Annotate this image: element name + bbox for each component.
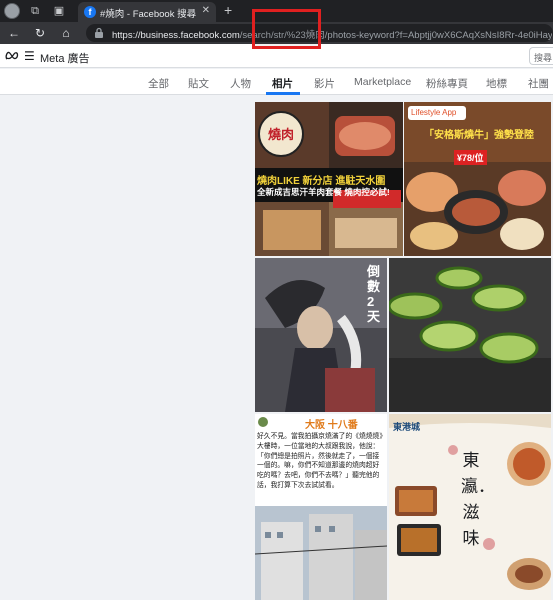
tab-places[interactable]: 地標 xyxy=(486,76,507,91)
tab-actions-icon[interactable]: ▣ xyxy=(52,4,66,18)
new-tab-icon[interactable]: + xyxy=(224,2,232,18)
photo6-title: 東瀛．滋味 xyxy=(461,451,495,548)
photo2-badge: Lifestyle App xyxy=(408,106,466,120)
profile-avatar[interactable] xyxy=(4,3,20,19)
photo-grid: 燒肉 燒肉LIKE 新分店 進駐天水圍 全新成吉思汗羊肉套餐 燒肉控必試! Li… xyxy=(255,102,551,600)
photo6-brand: 東港城 xyxy=(393,422,421,432)
photo2-headline: 「安格斯燒牛」強勢登陸 xyxy=(424,130,534,141)
tab-close-icon[interactable]: ✕ xyxy=(202,5,210,16)
tab-pages[interactable]: 粉絲專頁 xyxy=(426,76,468,91)
photo-result-5[interactable]: 大阪 十八番 好久不見。當我拍攝京燒滿了的《燒燒燒》大樓時，一位當地的大叔跟我說… xyxy=(255,414,387,600)
photo5-body: 好久不見。當我拍攝京燒滿了的《燒燒燒》大樓時，一位當地的大叔跟我說，他說：「你們… xyxy=(257,433,383,489)
browser-tab-active[interactable]: f #燒肉 - Facebook 搜尋 ✕ xyxy=(78,2,216,22)
meta-logo-icon[interactable] xyxy=(5,50,19,61)
photo1-subline: 全新成吉思汗羊肉套餐 燒肉控必試! xyxy=(257,187,390,197)
photo1-badge: 燒肉 xyxy=(267,127,294,142)
tab-groups[interactable]: 社團 xyxy=(528,76,549,91)
photo-result-6[interactable]: 東港城 東瀛．滋味 xyxy=(389,414,551,600)
meta-title: Meta 廣告 xyxy=(40,53,90,65)
menu-icon[interactable]: ☰ xyxy=(24,49,35,63)
active-tab-indicator xyxy=(266,92,300,95)
photo-result-3[interactable]: 倒數2天 xyxy=(255,258,387,412)
photo-result-4[interactable] xyxy=(389,258,551,412)
refresh-icon[interactable]: ↻ xyxy=(32,25,48,41)
photo-result-2[interactable]: Lifestyle App 「安格斯燒牛」強勢登陸 ¥78/位 xyxy=(404,102,551,256)
photo5-header: 大阪 十八番 xyxy=(305,420,358,431)
tab-posts[interactable]: 貼文 xyxy=(188,76,209,91)
facebook-favicon-icon: f xyxy=(84,6,96,18)
workspaces-icon[interactable]: ⧉ xyxy=(28,4,42,18)
photo-result-1[interactable]: 燒肉 燒肉LIKE 新分店 進駐天水圍 全新成吉思汗羊肉套餐 燒肉控必試! xyxy=(255,102,403,256)
home-icon[interactable]: ⌂ xyxy=(58,25,74,41)
back-icon[interactable]: ← xyxy=(6,25,22,41)
tab-videos[interactable]: 影片 xyxy=(314,76,335,91)
search-input[interactable]: 搜尋 xyxy=(529,47,553,65)
url-host: https://business.facebook.com xyxy=(112,30,240,41)
search-filter-tabs: 全部 貼文 人物 相片 影片 Marketplace 粉絲專頁 地標 社團 xyxy=(0,69,553,95)
tab-photos[interactable]: 相片 xyxy=(272,76,293,91)
tab-title: #燒肉 - Facebook 搜尋 xyxy=(100,9,196,20)
tab-people[interactable]: 人物 xyxy=(230,76,251,91)
tab-all[interactable]: 全部 xyxy=(148,76,169,91)
photo1-headline: 燒肉LIKE 新分店 進駐天水圍 xyxy=(257,176,386,187)
highlight-annotation-box xyxy=(252,9,321,49)
tab-marketplace[interactable]: Marketplace xyxy=(354,76,411,88)
photo3-title: 倒數2天 xyxy=(367,264,381,324)
lock-icon xyxy=(95,27,103,38)
photo2-price: ¥78/位 xyxy=(454,150,487,165)
url-text: https://business.facebook.com/search/str… xyxy=(112,27,552,41)
